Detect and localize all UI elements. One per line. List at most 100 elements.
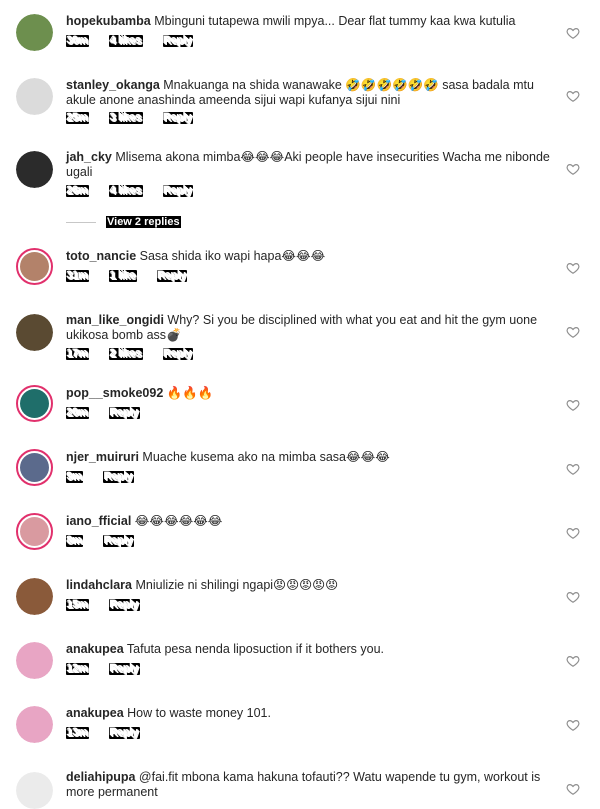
comment-username[interactable]: hopekubamba [66,14,151,28]
avatar-image [16,772,53,809]
heart-icon[interactable] [566,782,580,796]
avatar-image [16,642,53,679]
avatar[interactable] [16,314,53,351]
comment-username[interactable]: jah_cky [66,150,112,164]
reply-button[interactable]: Reply [103,471,134,483]
reply-button[interactable]: Reply [162,348,194,360]
comment-meta: 25m 3 likes Reply [66,111,213,125]
comment-meta: 15m Reply [66,598,160,612]
avatar-image [16,151,53,188]
comment-username[interactable]: iano_fficial [66,514,131,528]
avatar-image [20,453,49,482]
reply-button[interactable]: Reply [109,599,140,611]
comment-username[interactable]: stanley_okanga [66,78,160,92]
comment-meta: 13m Reply [66,726,160,740]
avatar[interactable] [16,513,53,550]
heart-icon[interactable] [566,654,580,668]
comment-timestamp: 26m [66,185,90,197]
comment-timestamp: 31m [66,270,90,282]
comment-text: pop__smoke092 🔥🔥🔥 [66,386,556,401]
comment-timestamp: 17m [66,348,90,360]
view-replies-label: View 2 replies [106,216,181,228]
avatar[interactable] [16,385,53,422]
comment-timestamp: 30m [66,35,90,47]
heart-icon[interactable] [566,89,580,103]
reply-button[interactable]: Reply [162,35,194,47]
reply-button[interactable]: Reply [109,407,140,419]
comment-timestamp: 15m [66,599,90,611]
avatar-image [20,389,49,418]
comment-body: Sasa shida iko wapi hapa😂😂😂 [136,249,326,263]
comment-text: anakupea Tafuta pesa nenda liposuction i… [66,642,556,657]
heart-icon[interactable] [566,718,580,732]
heart-icon[interactable] [566,590,580,604]
comment-username[interactable]: lindahclara [66,578,132,592]
comment-meta: 12m Reply [66,662,160,676]
comment-body: Mniulizie ni shilingi ngapi😡😡😡😡😡 [132,578,339,592]
comment-username[interactable]: njer_muiruri [66,450,139,464]
comment-text: man_like_ongidi Why? Si you be disciplin… [66,313,556,343]
comment-likes[interactable]: 3 likes [109,112,143,124]
avatar-image [20,517,49,546]
comment-text: iano_fficial 😂😂😂😂😂😂 [66,514,556,529]
comment-text: stanley_okanga Mnakuanga na shida wanawa… [66,78,556,108]
comment-text: lindahclara Mniulizie ni shilingi ngapi😡… [66,578,556,593]
comment-username[interactable]: deliahipupa [66,770,135,784]
avatar-image [16,14,53,51]
comment-timestamp: 13m [66,727,90,739]
comment-likes[interactable]: 4 likes [109,35,143,47]
reply-button[interactable]: Reply [109,663,140,675]
reply-button[interactable]: Reply [156,270,188,282]
heart-icon[interactable] [566,162,580,176]
comment-text: toto_nancie Sasa shida iko wapi hapa😂😂😂 [66,249,556,264]
avatar[interactable] [16,78,53,115]
comment-meta: 17m 2 likes Reply [66,347,213,361]
comment-text: deliahipupa @fai.fit mbona kama hakuna t… [66,770,556,800]
avatar-image [20,252,49,281]
heart-icon[interactable] [566,325,580,339]
view-replies-divider [66,221,96,223]
comment-username[interactable]: pop__smoke092 [66,386,163,400]
avatar[interactable] [16,772,53,809]
avatar[interactable] [16,248,53,285]
comment-meta: 9m Reply [66,470,154,484]
heart-icon[interactable] [566,462,580,476]
comment-meta: 26m 4 likes Reply [66,184,213,198]
comment-body: @fai.fit mbona kama hakuna tofauti?? Wat… [66,770,541,799]
comment-meta: 20m Reply [66,406,160,420]
comment-username[interactable]: anakupea [66,706,124,720]
comment-text: anakupea How to waste money 101. [66,706,556,721]
comment-likes[interactable]: 2 likes [109,348,143,360]
comment-timestamp: 25m [66,112,90,124]
comment-likes[interactable]: 4 likes [109,185,143,197]
avatar[interactable] [16,706,53,743]
comment-body: Muache kusema ako na mimba sasa😂😂😂 [138,450,390,464]
comment-body: Mbinguni tutapewa mwili mpya... Dear fla… [150,14,516,28]
reply-button[interactable]: Reply [162,185,194,197]
avatar[interactable] [16,14,53,51]
heart-icon[interactable] [566,26,580,40]
comment-username[interactable]: anakupea [66,642,124,656]
comment-username[interactable]: toto_nancie [66,249,136,263]
comment-body: 🔥🔥🔥 [163,386,214,400]
reply-button[interactable]: Reply [109,727,140,739]
comment-likes[interactable]: 1 like [109,270,137,282]
avatar[interactable] [16,449,53,486]
heart-icon[interactable] [566,526,580,540]
avatar[interactable] [16,578,53,615]
view-replies-button[interactable]: View 2 replies [66,216,181,228]
avatar-image [16,706,53,743]
reply-button[interactable]: Reply [162,112,194,124]
heart-icon[interactable] [566,261,580,275]
heart-icon[interactable] [566,398,580,412]
comment-meta: 30m 4 likes Reply [66,34,213,48]
comment-body: Tafuta pesa nenda liposuction if it both… [123,642,385,656]
avatar[interactable] [16,151,53,188]
comment-text: jah_cky Mlisema akona mimba😂😂😂Aki people… [66,150,556,180]
comment-meta: 8m Reply [66,534,154,548]
avatar[interactable] [16,642,53,679]
avatar-image [16,78,53,115]
comment-body: 😂😂😂😂😂😂 [131,514,223,528]
comment-username[interactable]: man_like_ongidi [66,313,164,327]
reply-button[interactable]: Reply [103,535,134,547]
